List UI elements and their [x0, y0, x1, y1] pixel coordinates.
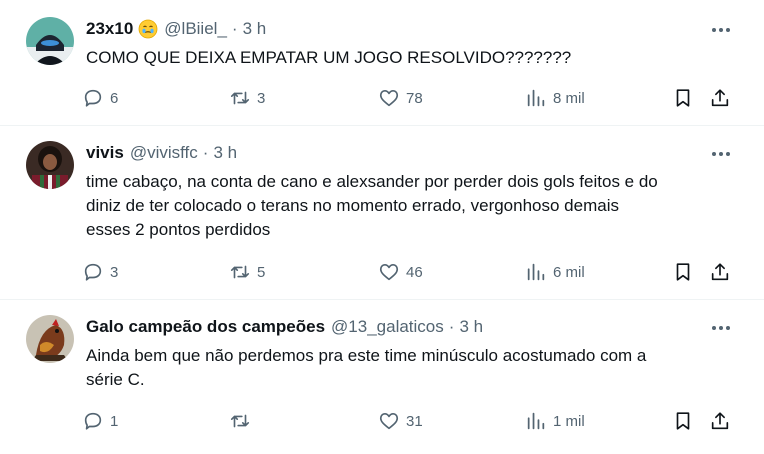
repost-icon — [230, 414, 250, 428]
display-name[interactable]: 23x10 — [86, 19, 133, 39]
tweet[interactable]: 23x10 @lBiiel_ · 3 h COMO QUE DEIXA EMPA… — [0, 0, 764, 124]
repost-count: 3 — [257, 89, 266, 107]
tweet-actions: 3 5 46 6 mil — [82, 260, 742, 284]
views-count: 1 mil — [553, 412, 585, 430]
reply-button[interactable]: 6 — [82, 86, 118, 110]
tweet[interactable]: vivis @vivisffc · 3 h time cabaço, na co… — [0, 126, 764, 298]
bookmark-button[interactable] — [672, 86, 694, 110]
views-count: 6 mil — [553, 263, 585, 281]
share-icon — [711, 263, 729, 281]
repost-button[interactable]: 5 — [229, 260, 265, 284]
share-icon — [711, 412, 729, 430]
repost-button[interactable] — [229, 409, 257, 433]
tweet-header: Galo campeão dos campeões @13_galaticos … — [86, 317, 483, 337]
reply-count: 6 — [110, 89, 119, 107]
repost-count: 5 — [257, 263, 266, 281]
like-count: 78 — [406, 89, 423, 107]
tweet-text: COMO QUE DEIXA EMPATAR UM JOGO RESOLVIDO… — [86, 46, 736, 70]
reply-count: 1 — [110, 412, 119, 430]
like-button[interactable]: 46 — [378, 260, 423, 284]
like-icon — [379, 413, 399, 430]
reply-icon — [84, 89, 102, 107]
more-icon[interactable] — [708, 20, 734, 40]
like-count: 46 — [406, 263, 423, 281]
bookmark-icon — [676, 412, 690, 430]
handle[interactable]: @lBiiel_ — [164, 19, 227, 39]
avatar[interactable] — [26, 141, 74, 189]
share-icon — [711, 89, 729, 107]
like-button[interactable]: 78 — [378, 86, 423, 110]
separator-dot: · — [202, 143, 209, 162]
bookmark-icon — [676, 89, 690, 107]
tweet-actions: 6 3 78 8 mil — [82, 86, 742, 110]
avatar-image — [26, 315, 74, 363]
repost-button[interactable]: 3 — [229, 86, 265, 110]
display-name[interactable]: Galo campeão dos campeões — [86, 317, 325, 337]
reply-icon — [84, 263, 102, 281]
repost-icon — [230, 265, 250, 279]
views-icon — [527, 89, 545, 107]
views-count: 8 mil — [553, 89, 585, 107]
like-button[interactable]: 31 — [378, 409, 423, 433]
views-button[interactable]: 6 mil — [525, 260, 585, 284]
more-icon[interactable] — [708, 318, 734, 338]
tweet-text: Ainda bem que não perdemos pra este time… — [86, 344, 736, 392]
handle[interactable]: @vivisffc — [130, 143, 198, 163]
views-icon — [527, 263, 545, 281]
tweet-text-line: série C. — [86, 370, 145, 389]
like-count: 31 — [406, 412, 423, 430]
separator-dot: · — [448, 317, 455, 336]
like-icon — [379, 90, 399, 107]
tweet[interactable]: Galo campeão dos campeões @13_galaticos … — [0, 300, 764, 454]
timestamp[interactable]: 3 h — [459, 317, 483, 337]
timestamp[interactable]: 3 h — [243, 19, 267, 39]
avatar-image — [26, 141, 74, 189]
views-button[interactable]: 1 mil — [525, 409, 585, 433]
like-icon — [379, 264, 399, 281]
tweet-text-line: esses 2 pontos perdidos — [86, 220, 271, 239]
views-button[interactable]: 8 mil — [525, 86, 585, 110]
tweet-text-line: Ainda bem que não perdemos pra este time… — [86, 346, 647, 365]
more-icon[interactable] — [708, 144, 734, 164]
avatar[interactable] — [26, 17, 74, 65]
reply-button[interactable]: 3 — [82, 260, 118, 284]
tweet-header: vivis @vivisffc · 3 h — [86, 143, 237, 163]
tweet-text-line: time cabaço, na conta de cano e alexsand… — [86, 172, 658, 191]
handle[interactable]: @13_galaticos — [331, 317, 444, 337]
tweet-text-line: diniz de ter colocado o terans no moment… — [86, 196, 619, 215]
face-holding-back-tears-icon — [138, 19, 158, 39]
tweet-text-line: COMO QUE DEIXA EMPATAR UM JOGO RESOLVIDO… — [86, 48, 572, 67]
reply-count: 3 — [110, 263, 119, 281]
bookmark-button[interactable] — [672, 409, 694, 433]
separator-dot: · — [231, 19, 238, 38]
tweet-actions: 1 31 1 mil — [82, 409, 742, 433]
share-button[interactable] — [709, 86, 731, 110]
bookmark-button[interactable] — [672, 260, 694, 284]
views-icon — [527, 412, 545, 430]
avatar-image — [26, 17, 74, 65]
reply-icon — [84, 412, 102, 430]
avatar[interactable] — [26, 315, 74, 363]
share-button[interactable] — [709, 260, 731, 284]
display-name[interactable]: vivis — [86, 143, 124, 163]
reply-button[interactable]: 1 — [82, 409, 118, 433]
timestamp[interactable]: 3 h — [213, 143, 237, 163]
share-button[interactable] — [709, 409, 731, 433]
bookmark-icon — [676, 263, 690, 281]
repost-icon — [230, 91, 250, 105]
tweet-text: time cabaço, na conta de cano e alexsand… — [86, 170, 736, 242]
tweet-header: 23x10 @lBiiel_ · 3 h — [86, 19, 266, 39]
